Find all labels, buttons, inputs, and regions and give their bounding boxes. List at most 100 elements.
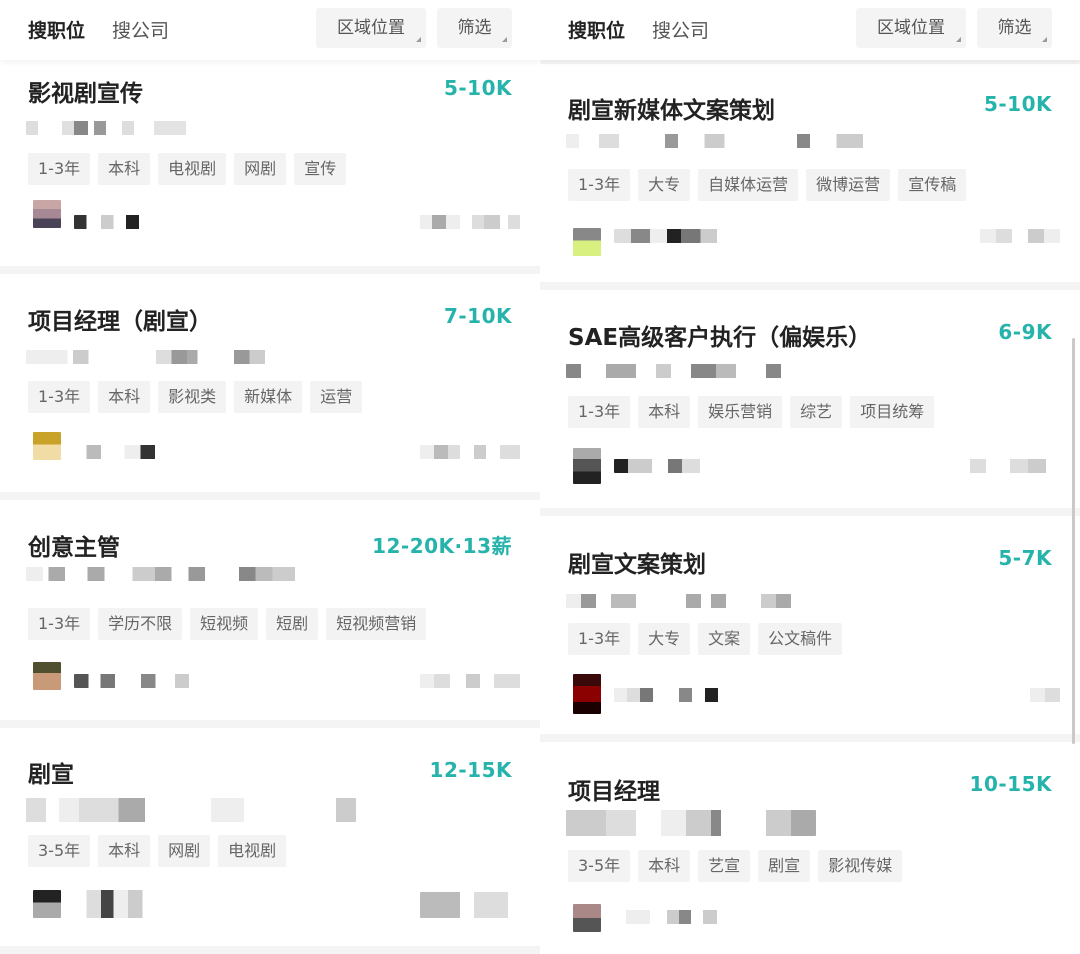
job-tag: 3-5年 bbox=[568, 850, 631, 882]
recruiter-info-redacted bbox=[614, 688, 744, 702]
location-info-redacted bbox=[1030, 688, 1060, 702]
job-tag: 本科 bbox=[98, 153, 151, 185]
job-salary: 5-10K bbox=[443, 76, 512, 100]
job-tag: 网剧 bbox=[234, 153, 287, 185]
location-info-redacted bbox=[980, 229, 1060, 243]
job-title: 剧宣 bbox=[28, 762, 74, 788]
job-salary: 7-10K bbox=[443, 304, 512, 328]
job-tags: 3-5年 本科 艺宣 剧宣 影视传媒 bbox=[568, 850, 903, 882]
job-tag: 娱乐营销 bbox=[698, 396, 783, 428]
scrollbar[interactable] bbox=[1072, 338, 1075, 744]
tab-search-jobs[interactable]: 搜职位 bbox=[28, 16, 85, 43]
recruiter-info-redacted bbox=[74, 890, 164, 918]
job-tag: 宣传稿 bbox=[898, 169, 967, 201]
company-info-redacted bbox=[26, 798, 356, 822]
job-tag: 本科 bbox=[638, 850, 691, 882]
job-card[interactable]: 项目经理 10-15K 3-5年 本科 艺宣 剧宣 影视传媒 bbox=[540, 742, 1080, 954]
job-title: 剧宣文案策划 bbox=[568, 552, 706, 578]
job-tag: 3-5年 bbox=[28, 835, 91, 867]
corner-triangle-icon bbox=[956, 37, 961, 42]
recruiter-info-redacted bbox=[614, 229, 734, 243]
job-tag: 文案 bbox=[698, 623, 751, 655]
job-card[interactable]: 剧宣 12-15K 3-5年 本科 网剧 电视剧 bbox=[0, 728, 540, 946]
job-tag: 电视剧 bbox=[218, 835, 287, 867]
job-title: 影视剧宣传 bbox=[28, 81, 143, 107]
job-tag: 本科 bbox=[98, 381, 151, 413]
job-tag: 1-3年 bbox=[568, 623, 631, 655]
search-header: 搜职位 搜公司 区域位置 筛选 bbox=[540, 0, 1080, 60]
job-card[interactable]: 项目经理（剧宣） 7-10K 1-3年 本科 影视类 新媒体 运营 bbox=[0, 274, 540, 492]
job-title: 项目经理 bbox=[568, 779, 660, 805]
job-tag: 新媒体 bbox=[234, 381, 303, 413]
job-tag: 短视频 bbox=[190, 608, 259, 640]
job-card[interactable]: 创意主管 12-20K·13薪 1-3年 学历不限 短视频 短剧 短视频营销 bbox=[0, 500, 540, 720]
job-tag: 本科 bbox=[98, 835, 151, 867]
avatar-icon bbox=[573, 448, 601, 484]
job-list-panel-left: 搜职位 搜公司 区域位置 筛选 影视剧宣传 5-10K 1-3年 本科 电视剧 … bbox=[0, 0, 540, 954]
search-header: 搜职位 搜公司 区域位置 筛选 bbox=[0, 0, 540, 60]
job-tag: 剧宣 bbox=[758, 850, 811, 882]
area-location-button[interactable]: 区域位置 bbox=[856, 8, 966, 48]
job-card[interactable]: 剧宣新媒体文案策划 5-10K 1-3年 大专 自媒体运营 微博运营 宣传稿 bbox=[540, 64, 1080, 282]
job-tags: 1-3年 本科 影视类 新媒体 运营 bbox=[28, 381, 363, 413]
job-tag: 项目统筹 bbox=[850, 396, 935, 428]
avatar-icon bbox=[33, 890, 61, 918]
job-card[interactable]: 影视剧宣传 5-10K 1-3年 本科 电视剧 网剧 宣传 bbox=[0, 60, 540, 266]
filter-button[interactable]: 筛选 bbox=[437, 8, 512, 48]
avatar-icon bbox=[33, 200, 61, 228]
job-tag: 1-3年 bbox=[28, 608, 91, 640]
avatar-icon bbox=[573, 904, 601, 932]
area-location-button[interactable]: 区域位置 bbox=[316, 8, 426, 48]
job-tag: 短视频营销 bbox=[326, 608, 427, 640]
job-title: 项目经理（剧宣） bbox=[28, 309, 212, 335]
job-salary: 12-15K bbox=[429, 758, 512, 782]
job-card[interactable]: 剧宣文案策划 5-7K 1-3年 大专 文案 公文稿件 bbox=[540, 516, 1080, 734]
job-tags: 1-3年 本科 电视剧 网剧 宣传 bbox=[28, 153, 347, 185]
job-tag: 自媒体运营 bbox=[698, 169, 799, 201]
location-info-redacted bbox=[420, 674, 520, 688]
job-title: 创意主管 bbox=[28, 535, 120, 561]
job-tag: 大专 bbox=[638, 623, 691, 655]
recruiter-info-redacted bbox=[614, 910, 734, 924]
company-info-redacted bbox=[566, 364, 816, 378]
screenshot-root: 搜职位 搜公司 区域位置 筛选 影视剧宣传 5-10K 1-3年 本科 电视剧 … bbox=[0, 0, 1080, 954]
job-tags: 1-3年 大专 自媒体运营 微博运营 宣传稿 bbox=[568, 169, 967, 201]
location-info-redacted bbox=[420, 892, 520, 918]
location-info-redacted bbox=[420, 445, 520, 459]
job-salary: 5-10K bbox=[983, 92, 1052, 116]
company-info-redacted bbox=[26, 350, 286, 364]
job-list-panel-right: 搜职位 搜公司 区域位置 筛选 剧宣新媒体文案策划 5-10K 1-3年 大专 … bbox=[540, 0, 1080, 954]
recruiter-info-redacted bbox=[74, 445, 164, 459]
filter-button[interactable]: 筛选 bbox=[977, 8, 1052, 48]
filter-label: 筛选 bbox=[457, 18, 492, 38]
company-info-redacted bbox=[566, 810, 816, 836]
job-tag: 网剧 bbox=[158, 835, 211, 867]
job-tag: 1-3年 bbox=[28, 381, 91, 413]
job-tag: 运营 bbox=[310, 381, 363, 413]
tab-search-companies[interactable]: 搜公司 bbox=[112, 16, 169, 43]
job-tag: 1-3年 bbox=[568, 169, 631, 201]
job-title: 剧宣新媒体文案策划 bbox=[568, 98, 775, 124]
job-tag: 艺宣 bbox=[698, 850, 751, 882]
job-tags: 1-3年 本科 娱乐营销 综艺 项目统筹 bbox=[568, 396, 935, 428]
location-info-redacted bbox=[420, 215, 520, 229]
tab-search-companies[interactable]: 搜公司 bbox=[652, 16, 709, 43]
job-tag: 宣传 bbox=[294, 153, 347, 185]
job-salary: 12-20K·13薪 bbox=[372, 534, 512, 558]
company-info-redacted bbox=[26, 567, 306, 581]
company-info-redacted bbox=[26, 121, 226, 135]
corner-triangle-icon bbox=[502, 37, 507, 42]
recruiter-info-redacted bbox=[74, 674, 194, 688]
job-tag: 本科 bbox=[638, 396, 691, 428]
job-tag: 公文稿件 bbox=[758, 623, 843, 655]
job-salary: 6-9K bbox=[998, 320, 1052, 344]
job-tag: 学历不限 bbox=[98, 608, 183, 640]
job-tag: 短剧 bbox=[266, 608, 319, 640]
job-title: SAE高级客户执行（偏娱乐） bbox=[568, 325, 872, 351]
tab-search-jobs[interactable]: 搜职位 bbox=[568, 16, 625, 43]
corner-triangle-icon bbox=[1042, 37, 1047, 42]
job-tag: 电视剧 bbox=[158, 153, 227, 185]
job-tag: 1-3年 bbox=[28, 153, 91, 185]
job-card[interactable]: SAE高级客户执行（偏娱乐） 6-9K 1-3年 本科 娱乐营销 综艺 项目统筹 bbox=[540, 290, 1080, 508]
area-location-label: 区域位置 bbox=[337, 18, 405, 38]
